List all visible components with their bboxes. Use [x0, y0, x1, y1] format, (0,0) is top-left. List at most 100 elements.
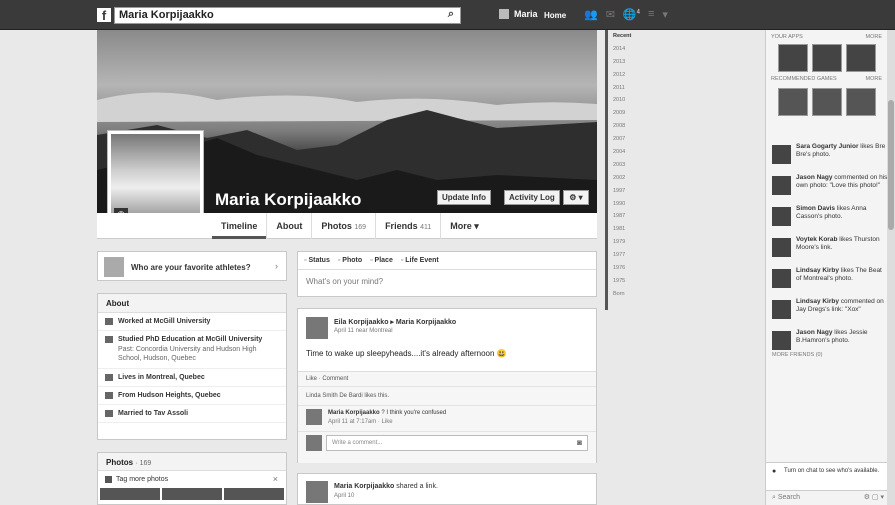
- place-action[interactable]: Place: [370, 257, 393, 264]
- camera-icon[interactable]: ◙: [577, 438, 582, 447]
- year-link[interactable]: 1975: [608, 275, 655, 288]
- about-row-married[interactable]: Married to Tav Assoli: [98, 405, 286, 423]
- game-icon[interactable]: [778, 88, 808, 116]
- tab-friends[interactable]: Friends 411: [375, 213, 440, 239]
- ticker-item[interactable]: Lindsay Kirby likes The Beat of Montreal…: [766, 264, 888, 295]
- photos-header[interactable]: Photos · 169: [98, 453, 286, 471]
- photo-thumb[interactable]: [224, 488, 284, 500]
- notifications-icon[interactable]: 🌐4: [623, 8, 640, 21]
- post-author[interactable]: Eila Korpijaakko ▸ Maria Korpijaakko: [334, 318, 456, 326]
- game-icon[interactable]: [812, 88, 842, 116]
- photo-thumb[interactable]: [162, 488, 222, 500]
- year-link[interactable]: 2008: [608, 120, 655, 133]
- more-link[interactable]: MORE: [866, 34, 883, 40]
- year-link[interactable]: 1979: [608, 236, 655, 249]
- app-icon[interactable]: [812, 44, 842, 72]
- messages-icon[interactable]: ✉: [606, 8, 615, 21]
- chat-icon: ●: [772, 468, 777, 475]
- comment-meta[interactable]: April 11 at 7:17am · Like: [328, 419, 393, 425]
- ticker-item[interactable]: Jason Nagy commented on his own photo: "…: [766, 171, 888, 202]
- scrollbar-thumb[interactable]: [888, 100, 894, 230]
- update-info-button[interactable]: Update Info: [437, 190, 491, 205]
- photo-thumb[interactable]: [100, 488, 160, 500]
- year-link[interactable]: 1977: [608, 249, 655, 262]
- year-link[interactable]: 2013: [608, 56, 655, 69]
- post-timestamp[interactable]: April 10: [334, 493, 354, 499]
- chevron-right-icon[interactable]: ›: [275, 261, 278, 271]
- year-link[interactable]: 1997: [608, 185, 655, 198]
- year-link[interactable]: 1976: [608, 262, 655, 275]
- account-menu-icon[interactable]: ▾: [662, 8, 668, 21]
- year-link[interactable]: 2011: [608, 82, 655, 95]
- status-input[interactable]: What's on your mind?: [298, 270, 596, 293]
- left-margin: [0, 30, 97, 505]
- avatar[interactable]: [306, 409, 322, 425]
- about-row-work[interactable]: Worked at McGill University: [98, 313, 286, 331]
- athletes-prompt[interactable]: Who are your favorite athletes? ›: [97, 251, 287, 281]
- chat-options-icon[interactable]: ⚙ ▢ ▾: [864, 493, 884, 501]
- tag-more-photos[interactable]: Tag more photos ×: [98, 471, 286, 488]
- privacy-icon[interactable]: ≡: [648, 8, 654, 21]
- user-profile-link[interactable]: Maria: [499, 9, 538, 19]
- year-link[interactable]: Born: [608, 288, 655, 301]
- game-icon[interactable]: [846, 88, 876, 116]
- year-link[interactable]: 1981: [608, 223, 655, 236]
- year-link[interactable]: 2010: [608, 94, 655, 107]
- ticker-item[interactable]: Lindsay Kirby commented on Jay Dregs's l…: [766, 295, 888, 326]
- settings-gear-icon[interactable]: ⚙ ▾: [563, 190, 589, 205]
- home-link[interactable]: Home: [544, 11, 566, 20]
- tab-photos[interactable]: Photos 169: [311, 213, 375, 239]
- friend-requests-icon[interactable]: 👥: [584, 8, 598, 21]
- year-link[interactable]: 2012: [608, 69, 655, 82]
- ticker-item[interactable]: Simon Davis likes Anna Casson's photo.: [766, 202, 888, 233]
- ticker-item[interactable]: Sara Gogarty Junior likes Bre Bre's phot…: [766, 140, 888, 171]
- avatar[interactable]: [306, 481, 328, 503]
- year-link[interactable]: 2014: [608, 43, 655, 56]
- year-link[interactable]: 2007: [608, 133, 655, 146]
- year-link[interactable]: 1990: [608, 198, 655, 211]
- about-text: Studied PhD Education at McGill Universi…: [118, 336, 263, 343]
- more-link[interactable]: MORE: [866, 76, 883, 82]
- facebook-logo-icon[interactable]: f: [97, 8, 111, 23]
- search-icon[interactable]: ⌕: [448, 8, 454, 21]
- avatar: [772, 300, 791, 319]
- timeline-year-nav: Recent 2014 2013 2012 2011 2010 2009 200…: [605, 30, 655, 310]
- about-row-education[interactable]: Studied PhD Education at McGill Universi…: [98, 331, 286, 369]
- status-action[interactable]: Status: [304, 257, 329, 264]
- about-row-lives[interactable]: Lives in Montreal, Quebec: [98, 369, 286, 387]
- year-link[interactable]: 1987: [608, 210, 655, 223]
- life-event-action[interactable]: Life Event: [401, 257, 438, 264]
- tab-timeline[interactable]: Timeline: [212, 213, 267, 239]
- post-likes[interactable]: Linda Smith De Bardi likes this.: [298, 387, 596, 406]
- ticker-item[interactable]: Voytek Korab likes Thurston Moore's link…: [766, 233, 888, 264]
- tab-about[interactable]: About: [266, 213, 311, 239]
- comment-input[interactable]: Write a comment... ◙: [326, 435, 588, 451]
- activity-log-button[interactable]: Activity Log: [504, 190, 560, 205]
- app-icon[interactable]: [778, 44, 808, 72]
- about-text: From Hudson Heights, Quebec: [118, 392, 221, 399]
- post-author: Maria Korpijaakko shared a link.: [334, 483, 438, 490]
- year-link[interactable]: 2003: [608, 159, 655, 172]
- year-link[interactable]: Recent: [608, 30, 655, 43]
- post-timestamp[interactable]: April 11 near Montreal: [334, 328, 393, 334]
- avatar: [772, 238, 791, 257]
- avatar[interactable]: [306, 317, 328, 339]
- scrollbar[interactable]: [887, 30, 895, 505]
- app-icon[interactable]: [846, 44, 876, 72]
- author-link[interactable]: Maria Korpijaakko: [334, 483, 394, 490]
- about-title[interactable]: About: [98, 294, 286, 313]
- photo-action[interactable]: Photo: [338, 257, 362, 264]
- close-icon[interactable]: ×: [273, 474, 278, 484]
- about-row-from[interactable]: From Hudson Heights, Quebec: [98, 387, 286, 405]
- year-link[interactable]: 2002: [608, 172, 655, 185]
- more-friends-label: MORE FRIENDS (0): [772, 352, 823, 358]
- year-link[interactable]: 2004: [608, 146, 655, 159]
- search-input[interactable]: Maria Korpijaakko ⌕: [114, 7, 461, 24]
- like-comment-links[interactable]: Like · Comment: [298, 372, 596, 387]
- tab-more[interactable]: More ▾: [440, 213, 488, 239]
- chat-search-input[interactable]: ⌕ Search ⚙ ▢ ▾: [766, 490, 888, 505]
- year-link[interactable]: 2009: [608, 107, 655, 120]
- chat-prompt[interactable]: ● Turn on chat to see who's available.: [766, 462, 888, 490]
- comment-author[interactable]: Maria Korpijaakko: [328, 410, 380, 416]
- tab-label: More ▾: [450, 221, 479, 231]
